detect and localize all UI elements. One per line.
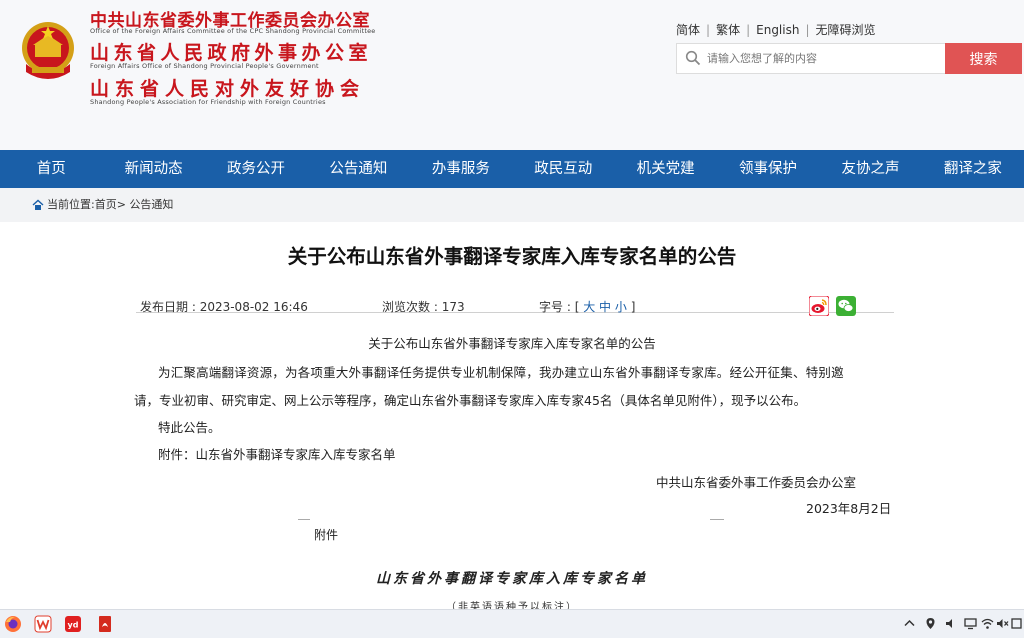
display-icon[interactable] — [964, 617, 977, 630]
os-taskbar: yd — [0, 609, 1024, 638]
pdf-reader-icon[interactable] — [96, 615, 114, 633]
location-icon[interactable] — [924, 617, 937, 630]
font-size-medium-button[interactable]: 中 — [599, 300, 611, 314]
breadcrumb-home[interactable]: 首页 — [95, 198, 117, 211]
youdao-icon[interactable]: yd — [64, 615, 82, 633]
weibo-share-icon[interactable] — [809, 296, 829, 316]
publish-date: 发布日期 : 2023-08-02 16:46 — [140, 298, 308, 315]
nav-item-news[interactable]: 新闻动态 — [102, 150, 204, 188]
lang-separator: | — [746, 23, 751, 37]
article-title: 关于公布山东省外事翻译专家库入库专家名单的公告 — [287, 245, 737, 268]
site-header: 中共山东省委外事工作委员会办公室 Office of the Foreign A… — [0, 0, 1024, 150]
view-count-label: 浏览次数 : — [382, 300, 442, 314]
breadcrumb-current[interactable]: 公告通知 — [129, 198, 173, 211]
nav-item-friendship[interactable]: 友协之声 — [819, 150, 921, 188]
firefox-icon[interactable] — [4, 615, 22, 633]
org-name-en-3: Shandong People's Association for Friend… — [90, 98, 326, 106]
breadcrumb-trail: 当前位置:首页> 公告通知 — [47, 188, 173, 222]
font-size-control: 字号 : [ 大 中 小 ] — [539, 300, 636, 314]
article-subtitle: 关于公布山东省外事翻译专家库入库专家名单的公告 — [368, 336, 656, 351]
search-button[interactable]: 搜索 — [945, 43, 1022, 74]
article-meta: 发布日期 : 2023-08-02 16:46 浏览次数 : 173 字号 : … — [136, 282, 894, 315]
org-name-cn-2: 山东省人民政府外事办公室 — [90, 42, 373, 64]
wifi-icon[interactable] — [981, 617, 994, 630]
attachment-scan-title: 山东省外事翻译专家库入库专家名单 — [376, 571, 648, 587]
lang-link-english[interactable]: English — [756, 23, 799, 37]
search-icon — [685, 50, 701, 66]
lang-separator: | — [805, 23, 810, 37]
lang-link-simplified[interactable]: 简体 — [676, 23, 700, 37]
lang-link-traditional[interactable]: 繁体 — [716, 23, 740, 37]
font-size-large-button[interactable]: 大 — [583, 300, 595, 314]
chevron-up-icon[interactable] — [903, 617, 916, 630]
publish-date-value: 2023-08-02 16:46 — [199, 300, 308, 314]
wps-icon[interactable] — [34, 615, 52, 633]
breadcrumb-separator: > — [116, 198, 126, 211]
signature-date: 2023年8月2日 — [806, 501, 892, 516]
publish-date-label: 发布日期 : — [140, 300, 200, 314]
nav-item-services[interactable]: 办事服务 — [410, 150, 512, 188]
article-paragraph-1-line-1: 为汇聚高端翻译资源，为各项重大外事翻译任务提供专业机制保障，我办建立山东省外事翻… — [158, 365, 844, 380]
nav-item-consular[interactable]: 领事保护 — [717, 150, 819, 188]
audio-icon[interactable] — [944, 617, 957, 630]
view-count: 浏览次数 : 173 — [382, 298, 465, 315]
article-paragraph-2: 特此公告。 — [158, 420, 221, 435]
main-nav: 首页 新闻动态 政务公开 公告通知 办事服务 政民互动 机关党建 领事保护 友协… — [0, 150, 1024, 188]
signature-org: 中共山东省委外事工作委员会办公室 — [656, 475, 857, 490]
breadcrumb-label: 当前位置: — [47, 198, 95, 211]
separator-line-right — [710, 519, 724, 520]
font-size-label: 字号 : — [539, 300, 575, 314]
nav-item-party[interactable]: 机关党建 — [614, 150, 716, 188]
attachment-link[interactable]: 附件：山东省外事翻译专家库入库专家名单 — [158, 444, 396, 463]
nav-item-translation[interactable]: 翻译之家 — [922, 150, 1024, 188]
org-name-en-2: Foreign Affairs Office of Shandong Provi… — [90, 62, 319, 70]
article-paragraph-1-line-2: 请，专业初审、研究审定、网上公示等程序，确定山东省外事翻译专家库入库专家45名（… — [134, 393, 807, 408]
attachment-heading: 附件 — [314, 528, 339, 542]
lang-separator: | — [706, 23, 711, 37]
home-icon — [32, 199, 44, 210]
view-count-value: 173 — [441, 300, 465, 314]
font-size-small-button[interactable]: 小 — [615, 300, 627, 314]
nav-item-gov-affairs[interactable]: 政务公开 — [205, 150, 307, 188]
breadcrumb: 当前位置:首页> 公告通知 — [0, 188, 1024, 222]
nav-item-home[interactable]: 首页 — [0, 150, 102, 188]
wechat-share-icon[interactable] — [836, 296, 856, 316]
nav-item-notices[interactable]: 公告通知 — [307, 150, 409, 188]
svg-text:yd: yd — [68, 621, 79, 630]
national-emblem-icon — [22, 22, 74, 79]
language-links: 简体 | 繁体 | English | 无障碍浏览 — [676, 21, 876, 38]
volume-muted-icon[interactable] — [996, 617, 1009, 630]
separator-line-left — [298, 519, 310, 520]
search-input[interactable] — [707, 44, 937, 73]
org-name-en-1: Office of the Foreign Affairs Committee … — [90, 27, 376, 35]
notification-icon[interactable] — [1010, 617, 1023, 630]
search-box — [676, 43, 946, 74]
org-name-cn-3: 山东省人民对外友好协会 — [90, 78, 366, 100]
lang-link-accessibility[interactable]: 无障碍浏览 — [816, 23, 876, 37]
nav-item-interaction[interactable]: 政民互动 — [512, 150, 614, 188]
